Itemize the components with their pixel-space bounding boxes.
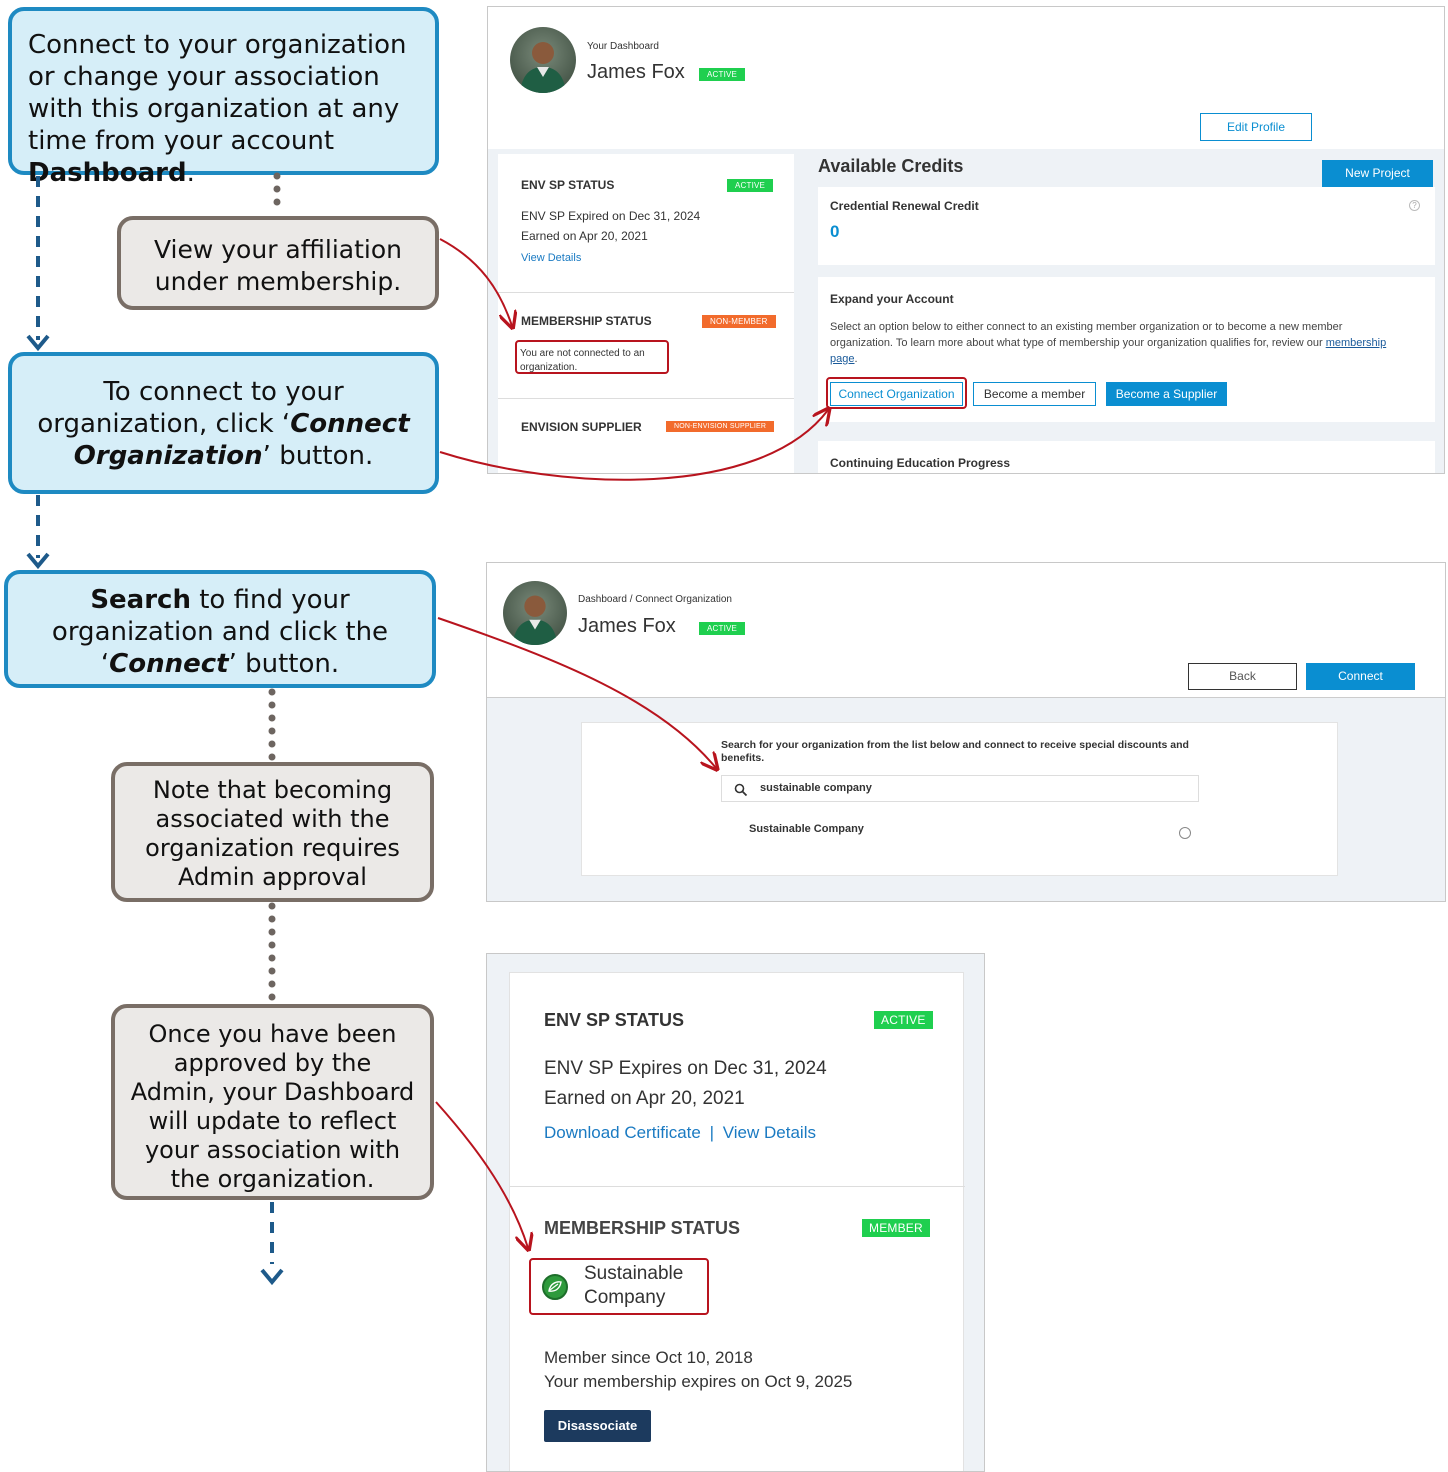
non-member-badge: NON-MEMBER xyxy=(702,315,776,328)
credits-card: Credential Renewal Credit 0 ? xyxy=(818,187,1435,265)
become-supplier-button[interactable]: Become a Supplier xyxy=(1106,382,1227,406)
search-card: Search for your organization from the li… xyxy=(581,722,1338,876)
env-sp-expired: ENV SP Expired on Dec 31, 2024 xyxy=(521,209,701,223)
user-status-badge: ACTIVE xyxy=(699,622,746,635)
become-member-button[interactable]: Become a member xyxy=(973,382,1096,406)
divider xyxy=(498,398,794,399)
ce-progress-card: Continuing Education Progress xyxy=(818,441,1435,473)
env-sp-badge: ACTIVE xyxy=(874,1011,933,1029)
callout-view-affiliation: View your affiliation under membership. xyxy=(117,216,439,310)
search-instructions: Search for your organization from the li… xyxy=(721,739,1189,764)
callout-dashboard-bold: Dashboard xyxy=(28,158,187,188)
person-icon xyxy=(520,42,566,93)
envision-supplier-title: ENVISION SUPPLIER xyxy=(521,420,642,434)
renewal-credit-label: Credential Renewal Credit xyxy=(830,199,979,213)
callout-approved: Once you have been approved by the Admin… xyxy=(111,1004,434,1200)
env-sp-title: ENV SP STATUS xyxy=(521,178,615,192)
expand-account-heading: Expand your Account xyxy=(830,292,954,306)
membership-status-title: MEMBERSHIP STATUS xyxy=(544,1218,741,1238)
callout-search-bold: Search xyxy=(90,585,191,615)
avatar xyxy=(503,581,567,645)
search-result-name: Sustainable Company xyxy=(749,823,864,835)
person-icon xyxy=(512,595,558,645)
view-details-link[interactable]: View Details xyxy=(723,1123,816,1142)
leaf-icon xyxy=(548,1281,562,1292)
edit-profile-button[interactable]: Edit Profile xyxy=(1200,113,1312,141)
avatar xyxy=(510,27,576,93)
back-button[interactable]: Back xyxy=(1188,663,1297,690)
certificate-links: Download Certificate | View Details xyxy=(544,1123,816,1143)
help-icon[interactable]: ? xyxy=(1409,200,1420,211)
connect-organization-screenshot: Dashboard / Connect Organization James F… xyxy=(486,562,1446,902)
available-credits-heading: Available Credits xyxy=(818,156,964,176)
updated-dashboard-screenshot: ENV SP STATUS ACTIVE ENV SP Expires on D… xyxy=(486,953,985,1472)
callout-connect-organization: To connect to your organization, click ‘… xyxy=(8,352,439,494)
env-sp-badge: ACTIVE xyxy=(727,179,774,192)
organization-name: Sustainable Company xyxy=(584,1263,684,1308)
divider xyxy=(498,292,794,293)
membership-expires: Your membership expires on Oct 9, 2025 xyxy=(544,1372,853,1391)
divider xyxy=(510,1186,965,1187)
connect-button[interactable]: Connect xyxy=(1306,663,1415,690)
member-badge: MEMBER xyxy=(862,1219,930,1237)
blue-dashed-connector-3 xyxy=(260,1202,284,1286)
ce-progress-heading: Continuing Education Progress xyxy=(830,456,1011,470)
user-status-badge: ACTIVE xyxy=(699,68,746,81)
env-sp-earned: Earned on Apr 20, 2021 xyxy=(521,229,648,243)
callout-connect-bold: Connect xyxy=(109,649,229,679)
connect-organization-highlight xyxy=(826,377,967,409)
user-name: James Fox xyxy=(578,615,676,637)
blue-dashed-connector-2 xyxy=(26,495,50,570)
search-result-radio[interactable] xyxy=(1179,827,1191,839)
blue-dashed-connector-1 xyxy=(26,176,50,352)
new-project-button[interactable]: New Project xyxy=(1322,160,1433,187)
env-sp-expires: ENV SP Expires on Dec 31, 2024 xyxy=(544,1058,827,1079)
updated-status-column: ENV SP STATUS ACTIVE ENV SP Expires on D… xyxy=(509,972,965,1471)
expand-account-desc: Select an option below to either connect… xyxy=(830,321,1387,365)
download-certificate-link[interactable]: Download Certificate xyxy=(544,1123,701,1142)
membership-status-title: MEMBERSHIP STATUS xyxy=(521,314,652,328)
callout-search: Search to find your organization and cli… xyxy=(4,570,436,688)
callout-admin-approval: Note that becoming associated with the o… xyxy=(111,762,434,902)
link-separator: | xyxy=(709,1123,715,1142)
breadcrumb[interactable]: Dashboard / Connect Organization xyxy=(578,594,732,605)
breadcrumb: Your Dashboard xyxy=(587,41,659,52)
status-column: ENV SP STATUS ACTIVE ENV SP Expired on D… xyxy=(498,154,794,473)
renewal-credit-value: 0 xyxy=(830,222,840,241)
dashboard-screenshot: Your Dashboard James Fox ACTIVE Edit Pro… xyxy=(487,6,1445,474)
member-since: Member since Oct 10, 2018 xyxy=(544,1348,753,1367)
user-name: James Fox xyxy=(587,61,685,83)
callout-dashboard: Connect to your organization or change y… xyxy=(8,7,439,188)
disassociate-button[interactable]: Disassociate xyxy=(544,1410,651,1442)
env-sp-earned: Earned on Apr 20, 2021 xyxy=(544,1088,745,1109)
env-sp-title: ENV SP STATUS xyxy=(544,1010,685,1030)
organization-logo-icon xyxy=(542,1274,568,1300)
search-icon xyxy=(734,783,748,797)
search-value: sustainable company xyxy=(760,782,872,794)
view-details-link[interactable]: View Details xyxy=(521,252,581,264)
non-envision-supplier-badge: NON-ENVISION SUPPLIER xyxy=(666,421,775,432)
membership-highlight xyxy=(515,340,669,374)
search-input[interactable]: sustainable company xyxy=(721,775,1199,802)
